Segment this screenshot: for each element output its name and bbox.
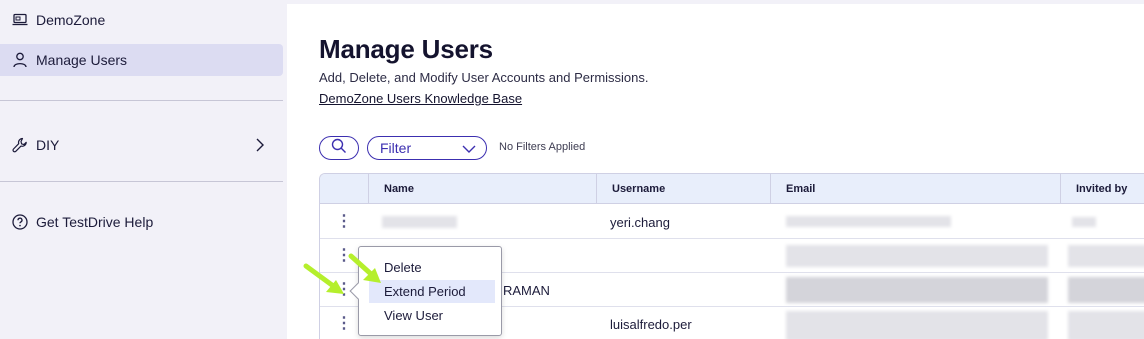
table-row: ⋮ yeri.chang [320, 205, 1144, 239]
redacted-invited-by [1072, 217, 1096, 227]
sidebar-item-label: Manage Users [36, 52, 128, 68]
redacted-invited-by [1068, 277, 1144, 303]
redacted-invited-by [1068, 311, 1144, 339]
sidebar-item-help[interactable]: Get TestDrive Help [0, 206, 283, 238]
redacted-invited-by [1068, 245, 1144, 267]
row-actions-icon[interactable]: ⋮ [334, 212, 354, 232]
column-header-email[interactable]: Email [770, 174, 1060, 204]
redacted-email [786, 216, 951, 227]
wrench-icon [11, 136, 29, 154]
sidebar-item-demozone[interactable]: DemoZone [0, 4, 283, 36]
redacted-email [786, 277, 1048, 303]
username-cell: luisalfredo.per [610, 317, 692, 332]
knowledge-base-link[interactable]: DemoZone Users Knowledge Base [319, 91, 522, 106]
column-header-name[interactable]: Name [368, 174, 596, 204]
search-icon [331, 138, 347, 159]
filter-dropdown[interactable]: Filter [367, 136, 487, 160]
filter-label: Filter [380, 140, 412, 156]
annotation-arrow-icon [348, 253, 381, 283]
sidebar-item-label: Get TestDrive Help [36, 214, 154, 230]
column-header-username[interactable]: Username [596, 174, 770, 204]
sidebar-item-label: DemoZone [36, 12, 106, 28]
sidebar-item-label: DIY [36, 137, 60, 153]
page-subtitle: Add, Delete, and Modify User Accounts an… [319, 70, 649, 85]
menu-item-view-user[interactable]: View User [369, 304, 495, 327]
table-header: Name Username Email Invited by [320, 174, 1144, 204]
laptop-icon [11, 11, 29, 29]
redacted-name [382, 216, 457, 228]
name-cell: RAMAN [503, 283, 550, 298]
filter-status: No Filters Applied [499, 141, 586, 153]
help-circle-icon [11, 213, 29, 231]
column-header-invited-by[interactable]: Invited by [1060, 174, 1144, 204]
redacted-email [786, 311, 1048, 339]
sidebar: DemoZone Manage Users DIY Get TestDrive … [0, 0, 287, 339]
page-title: Manage Users [319, 34, 493, 64]
redacted-email [786, 245, 1048, 267]
username-cell: yeri.chang [610, 215, 670, 230]
sidebar-item-diy[interactable]: DIY [0, 129, 283, 161]
row-actions-icon[interactable]: ⋮ [334, 314, 354, 334]
sidebar-divider [0, 181, 283, 182]
chevron-down-icon [462, 140, 476, 156]
search-button[interactable] [319, 136, 359, 160]
sidebar-item-manage-users[interactable]: Manage Users [0, 44, 283, 76]
user-icon [11, 51, 29, 69]
chevron-right-icon [255, 137, 265, 156]
sidebar-divider [0, 100, 283, 101]
